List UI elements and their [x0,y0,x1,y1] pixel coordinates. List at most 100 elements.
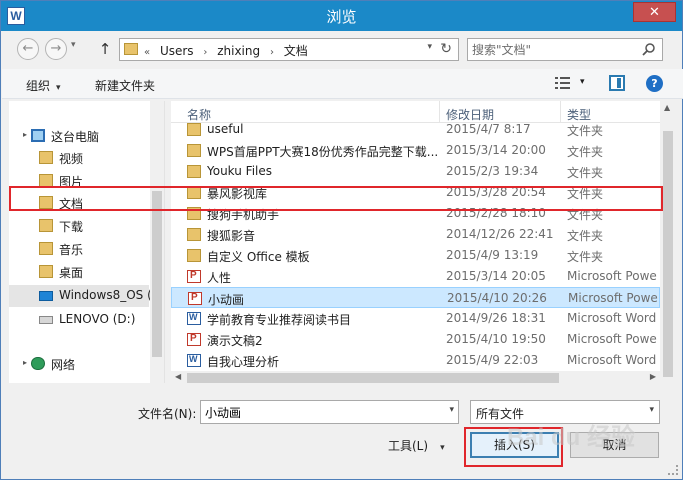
up-folder-button[interactable]: ↑ [95,38,115,60]
file-date: 2014/12/26 22:41 [446,227,554,241]
filetype-select[interactable]: 所有文件 ▾ [470,400,660,424]
tools-button[interactable]: 工具(L) ▾ [388,437,445,454]
chevron-right-icon[interactable]: › [270,47,274,58]
cancel-button[interactable]: 取消 [570,432,659,458]
address-row: ← → ▾ ↑ « Users › zhixing › 文档 ▾ ↻ [9,35,675,63]
browse-dialog: W 浏览 ✕ ← → ▾ ↑ « Users › zhixing › 文档 ▾ … [0,0,683,480]
navigation-scrollbar[interactable] [150,101,164,383]
window-title: 浏览 [326,8,357,26]
file-row[interactable]: 人性 2015/3/14 20:05 Microsoft Powe [171,266,660,287]
file-row-selected[interactable]: 小动画 2015/4/10 20:26 Microsoft Powe [171,287,660,308]
file-type: Microsoft Powe [567,269,657,283]
chevron-down-icon[interactable]: ▾ [449,405,454,415]
file-name: 自我心理分析 [207,355,280,369]
breadcrumb-zhixing[interactable]: zhixing [217,44,260,58]
sidebar-item-this-pc[interactable]: ▸ 这台电脑 [9,125,149,147]
sidebar-item-label: 视频 [59,152,84,166]
refresh-icon[interactable]: ↻ [440,41,452,57]
sidebar-item-videos[interactable]: 视频 [9,147,149,169]
sidebar-item-label: 网络 [51,358,76,372]
file-date: 2015/4/10 20:26 [447,291,547,305]
recent-locations-dropdown-icon[interactable]: ▾ [71,40,76,50]
file-type: Microsoft Word [567,353,657,367]
sidebar-item-windows8-os[interactable]: Windows8_OS ( [9,285,152,307]
breadcrumb-overflow-icon[interactable]: « [144,47,150,58]
scroll-right-icon[interactable]: ▶ [650,372,656,381]
file-type: Microsoft Powe [567,332,657,346]
help-icon[interactable]: ? [646,75,663,92]
file-name: 搜狐影音 [207,229,256,243]
file-name: 学前教育专业推荐阅读书目 [207,313,352,327]
back-button[interactable]: ← [17,38,39,60]
sidebar-item-downloads[interactable]: 下载 [9,215,149,237]
file-date: 2015/3/14 20:05 [446,269,546,283]
sidebar-item-label: LENOVO (D:) [59,312,136,326]
search-box[interactable] [467,38,663,61]
file-type: 文件夹 [567,229,604,243]
scroll-up-icon[interactable]: ▲ [664,103,670,112]
command-toolbar: 组织 ▾ 新建文件夹 ▾ ? [2,69,683,99]
scrollbar-thumb[interactable] [187,373,559,383]
computer-icon [31,129,45,142]
sidebar-item-desktop[interactable]: 桌面 [9,261,149,283]
selection-highlight-annotation [9,186,663,211]
file-date: 2015/2/3 19:34 [446,164,539,178]
search-input[interactable] [472,41,632,58]
chevron-down-icon[interactable]: ▾ [649,405,654,415]
organize-button[interactable]: 组织 ▾ [26,77,61,94]
close-button[interactable]: ✕ [633,2,676,22]
breadcrumb-documents[interactable]: 文档 [284,44,308,58]
filename-field[interactable]: ▾ [200,400,459,424]
file-name: useful [207,122,244,136]
sidebar-item-lenovo-d[interactable]: LENOVO (D:) [9,309,149,331]
file-row[interactable]: 自我心理分析 2015/4/9 22:03 Microsoft Word [171,350,660,371]
chevron-down-icon: ▾ [440,443,445,453]
file-row[interactable]: Youku Files 2015/2/3 19:34 文件夹 [171,161,660,182]
expand-caret-icon[interactable]: ▸ [23,358,27,367]
folder-icon [39,219,53,232]
scroll-left-icon[interactable]: ◀ [175,372,181,381]
organize-label: 组织 [26,79,51,93]
chevron-right-icon[interactable]: › [203,47,207,58]
address-dropdown-icon[interactable]: ▾ [427,42,432,52]
filetype-value: 所有文件 [476,407,525,421]
file-row[interactable]: 学前教育专业推荐阅读书目 2014/9/26 18:31 Microsoft W… [171,308,660,329]
drive-icon [39,316,53,324]
address-bar[interactable]: « Users › zhixing › 文档 ▾ ↻ [119,38,459,61]
file-row[interactable]: 自定义 Office 模板 2015/4/9 13:19 文件夹 [171,245,660,266]
new-folder-button[interactable]: 新建文件夹 [95,77,155,94]
file-name: 演示文稿2 [207,334,263,348]
folder-icon [124,43,138,55]
file-row[interactable]: 演示文稿2 2015/4/10 19:50 Microsoft Powe [171,329,660,350]
breadcrumb-users[interactable]: Users [160,44,194,58]
expand-caret-icon[interactable]: ▸ [23,130,27,139]
filename-label: 文件名(N): [138,407,197,421]
search-icon[interactable] [642,42,656,56]
title-bar: W 浏览 ✕ [1,1,682,31]
sidebar-item-network[interactable]: ▸ 网络 [9,353,149,375]
file-list-vertical-scrollbar[interactable]: ▲ [660,101,676,383]
preview-pane-icon[interactable] [609,75,625,91]
forward-button[interactable]: → [45,38,67,60]
view-dropdown-icon[interactable]: ▾ [580,77,585,87]
powerpoint-icon [188,292,202,305]
file-list-horizontal-scrollbar[interactable]: ◀ ▶ [171,371,660,385]
file-row[interactable]: 搜狐影音 2014/12/26 22:41 文件夹 [171,224,660,245]
view-options-icon[interactable] [555,76,571,90]
file-date: 2015/4/9 13:19 [446,248,539,262]
file-date: 2014/9/26 18:31 [446,311,546,325]
sidebar-item-music[interactable]: 音乐 [9,238,149,260]
file-row[interactable]: useful 2015/4/7 8:17 文件夹 [171,119,660,140]
folder-icon [187,165,201,178]
scrollbar-thumb[interactable] [663,131,673,377]
filename-input[interactable] [205,404,435,421]
scrollbar-thumb[interactable] [152,191,162,357]
file-type: 文件夹 [567,250,604,264]
file-type: 文件夹 [567,124,604,138]
resize-grip-icon[interactable] [668,465,678,475]
folder-icon [187,144,201,157]
folder-icon [187,228,201,241]
file-row[interactable]: WPS首届PPT大赛18份优秀作品完整下载... 2015/3/14 20:00… [171,140,660,161]
folder-icon [187,123,201,136]
sidebar-item-label: 这台电脑 [51,130,100,144]
